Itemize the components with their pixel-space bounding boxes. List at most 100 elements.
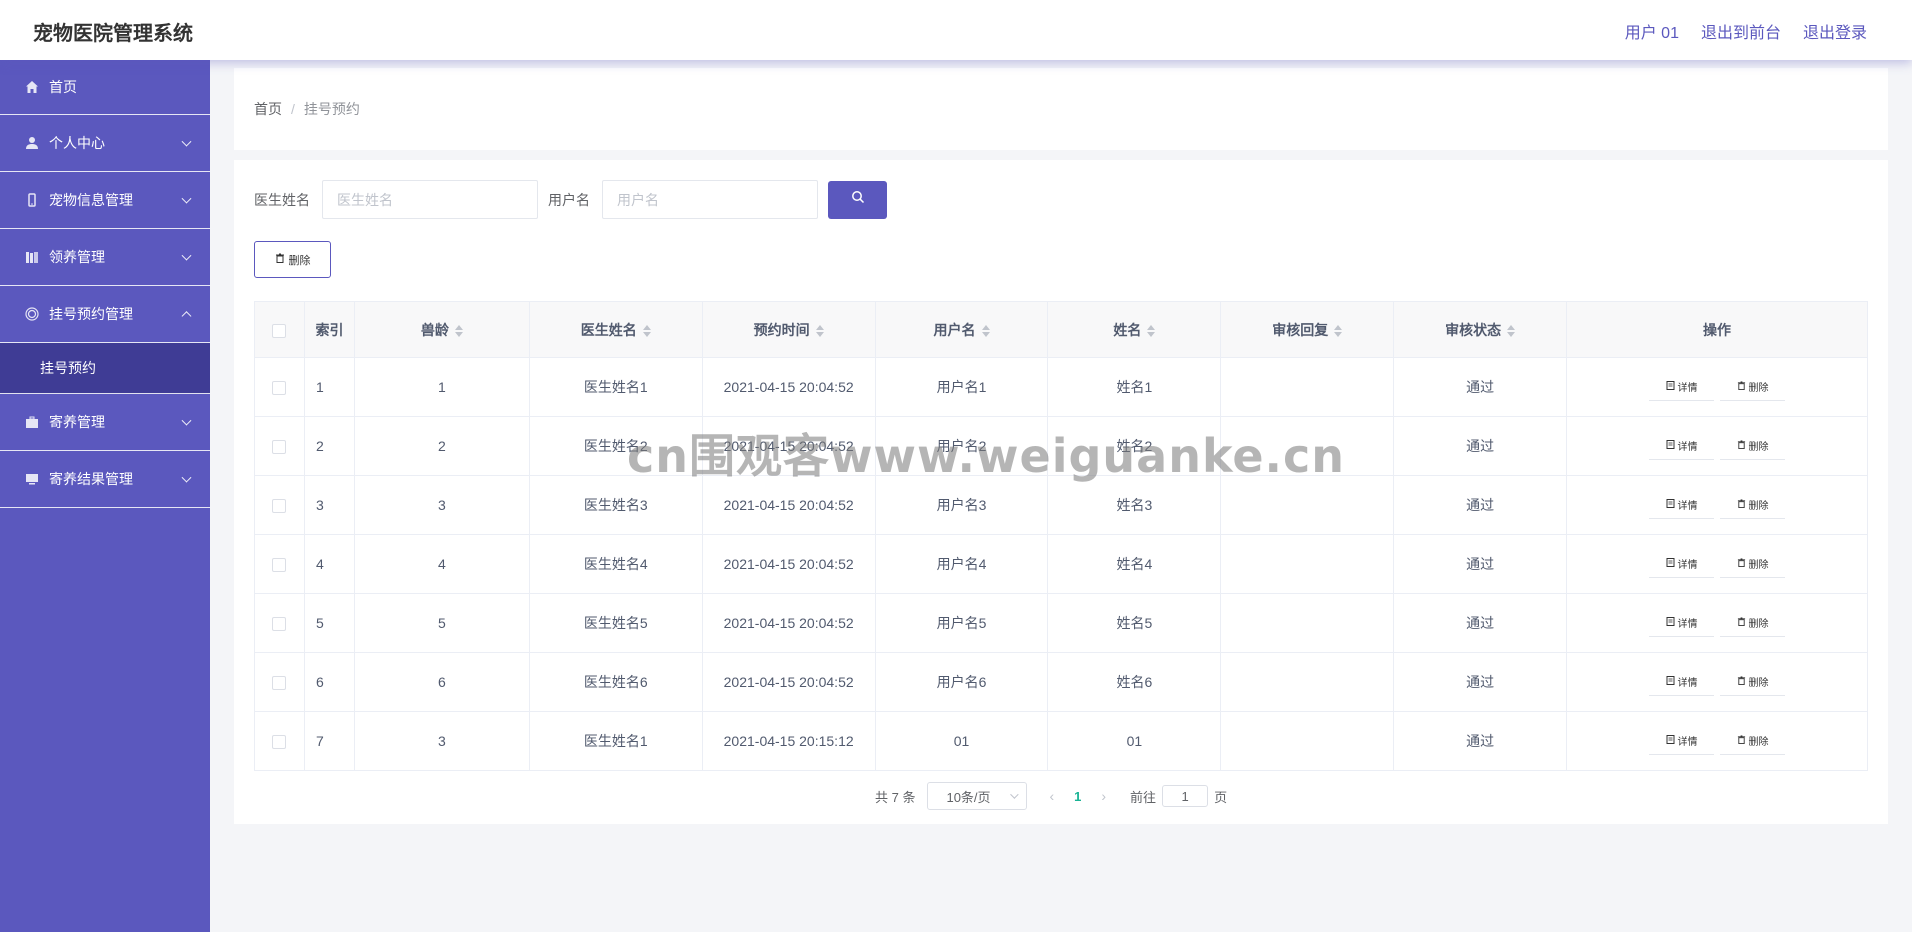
delete-button[interactable]: 删除 (1720, 550, 1786, 578)
batch-delete-button[interactable]: 删除 (254, 241, 331, 278)
sidebar-item-appointment-management[interactable]: 挂号预约管理 (0, 286, 210, 343)
row-checkbox[interactable] (272, 499, 287, 514)
sidebar: 首页 个人中心 宠物信息管理 领养管理 挂号预约管理 挂号预约 寄养管理 寄养结… (0, 60, 210, 932)
sort-icon[interactable] (454, 324, 463, 337)
header-links: 用户 01 退出到前台 退出登录 (1625, 19, 1867, 43)
cell-age: 4 (354, 534, 530, 594)
sidebar-item-personal-center[interactable]: 个人中心 (0, 115, 210, 172)
back-to-front-link[interactable]: 退出到前台 (1701, 19, 1781, 43)
delete-button[interactable]: 删除 (1720, 432, 1786, 460)
search-button[interactable] (828, 180, 887, 219)
sort-icon[interactable] (981, 324, 990, 337)
delete-label: 删除 (1748, 383, 1769, 394)
table-row[interactable]: 4 4 医生姓名4 2021-04-15 20:04:52 用户名4 姓名4 通过 详情 删除 (254, 534, 1868, 594)
table-row[interactable]: 2 2 医生姓名2 2021-04-15 20:04:52 用户名2 姓名2 通过 详情 删除 (254, 416, 1868, 476)
chevron-down-icon (1010, 790, 1020, 799)
detail-button[interactable]: 详情 (1649, 432, 1715, 460)
row-select-cell (254, 711, 305, 771)
delete-button[interactable]: 删除 (1720, 609, 1786, 637)
trash-icon (1737, 380, 1746, 393)
row-checkbox[interactable] (272, 558, 287, 573)
sidebar-item-home[interactable]: 首页 (0, 60, 210, 115)
select-all-checkbox[interactable] (272, 323, 287, 338)
prev-page-button[interactable]: ‹ (1049, 788, 1054, 804)
detail-label: 详情 (1677, 442, 1698, 453)
row-checkbox[interactable] (272, 381, 287, 396)
delete-label: 删除 (1748, 560, 1769, 571)
sidebar-item-boarding-result[interactable]: 寄养结果管理 (0, 451, 210, 508)
table-row[interactable]: 5 5 医生姓名5 2021-04-15 20:04:52 用户名5 姓名5 通过 详情 删除 (254, 593, 1868, 653)
row-select-cell (254, 534, 305, 594)
column-header-age[interactable]: 兽龄 (354, 301, 530, 358)
row-checkbox[interactable] (272, 676, 287, 691)
sort-icon[interactable] (642, 324, 651, 337)
delete-button[interactable]: 删除 (1720, 491, 1786, 519)
cell-name: 姓名3 (1047, 475, 1222, 535)
delete-button[interactable]: 删除 (1720, 668, 1786, 696)
sidebar-item-pet-info[interactable]: 宠物信息管理 (0, 172, 210, 229)
breadcrumb-separator: / (291, 101, 295, 117)
sort-icon[interactable] (1334, 324, 1343, 337)
logout-link[interactable]: 退出登录 (1803, 19, 1867, 43)
cell-reply (1220, 357, 1395, 417)
table-row[interactable]: 1 1 医生姓名1 2021-04-15 20:04:52 用户名1 姓名1 通过 详情 删除 (254, 357, 1868, 417)
delete-button[interactable]: 删除 (1720, 373, 1786, 401)
delete-button[interactable]: 删除 (1720, 727, 1786, 755)
username-input[interactable] (602, 180, 818, 219)
document-icon (1666, 616, 1675, 629)
table-row[interactable]: 3 3 医生姓名3 2021-04-15 20:04:52 用户名3 姓名3 通过 详情 删除 (254, 475, 1868, 535)
column-header-doctor[interactable]: 医生姓名 (529, 301, 703, 358)
cell-reply (1220, 652, 1395, 712)
phone-icon (24, 192, 40, 208)
delete-label: 删除 (1748, 619, 1769, 630)
detail-button[interactable]: 详情 (1649, 550, 1715, 578)
column-header-time[interactable]: 预约时间 (702, 301, 876, 358)
row-checkbox[interactable] (272, 440, 287, 455)
detail-button[interactable]: 详情 (1649, 491, 1715, 519)
cell-index: 4 (304, 534, 355, 594)
column-header-status[interactable]: 审核状态 (1393, 301, 1568, 358)
document-icon (1666, 439, 1675, 452)
page-number-current[interactable]: 1 (1074, 789, 1081, 804)
doctor-name-input[interactable] (322, 180, 538, 219)
sidebar-subitem-appointment[interactable]: 挂号预约 (0, 343, 210, 394)
detail-button[interactable]: 详情 (1649, 609, 1715, 637)
detail-button[interactable]: 详情 (1649, 727, 1715, 755)
cell-index: 6 (304, 652, 355, 712)
cell-index: 2 (304, 416, 355, 476)
sidebar-item-adoption[interactable]: 领养管理 (0, 229, 210, 286)
column-header-name[interactable]: 姓名 (1047, 301, 1222, 358)
row-checkbox[interactable] (272, 617, 287, 632)
page-suffix-label: 页 (1214, 789, 1228, 805)
table-row[interactable]: 6 6 医生姓名6 2021-04-15 20:04:52 用户名6 姓名6 通过 详情 删除 (254, 652, 1868, 712)
detail-button[interactable]: 详情 (1649, 668, 1715, 696)
sidebar-item-boarding[interactable]: 寄养管理 (0, 394, 210, 451)
column-header-label: 审核回复 (1272, 321, 1329, 338)
user-menu-link[interactable]: 用户 01 (1625, 19, 1679, 43)
cell-username: 用户名1 (875, 357, 1049, 417)
row-checkbox[interactable] (272, 735, 287, 750)
sidebar-item-label: 领养管理 (49, 249, 105, 265)
cell-name: 01 (1047, 711, 1222, 771)
column-header-username[interactable]: 用户名 (875, 301, 1049, 358)
next-page-button[interactable]: › (1101, 788, 1106, 804)
cell-actions: 详情 删除 (1566, 416, 1868, 476)
cell-reply (1220, 534, 1395, 594)
table-header-row: 索引 兽龄 医生姓名 预约时间 用户名 姓名 审核回复 审核状态 操作 (254, 301, 1868, 358)
cell-age: 3 (354, 475, 530, 535)
cell-username: 用户名4 (875, 534, 1049, 594)
page-size-select[interactable]: 10条/页 (927, 782, 1028, 810)
sort-icon[interactable] (1507, 324, 1516, 337)
sidebar-subitem-label: 挂号预约 (40, 360, 96, 376)
sort-icon[interactable] (815, 324, 824, 337)
cell-name: 姓名5 (1047, 593, 1222, 653)
sort-icon[interactable] (1147, 324, 1156, 337)
column-header-reply[interactable]: 审核回复 (1220, 301, 1395, 358)
document-icon (1666, 498, 1675, 511)
detail-button[interactable]: 详情 (1649, 373, 1715, 401)
main-content: 医生姓名 用户名 删除 索引 兽龄 医生姓名 预约时间 (234, 160, 1888, 824)
goto-page-input[interactable] (1162, 785, 1209, 807)
table-row[interactable]: 7 3 医生姓名1 2021-04-15 20:15:12 01 01 通过 详情 删除 (254, 711, 1868, 771)
breadcrumb-home[interactable]: 首页 (254, 99, 282, 119)
column-header-index: 索引 (304, 301, 355, 358)
